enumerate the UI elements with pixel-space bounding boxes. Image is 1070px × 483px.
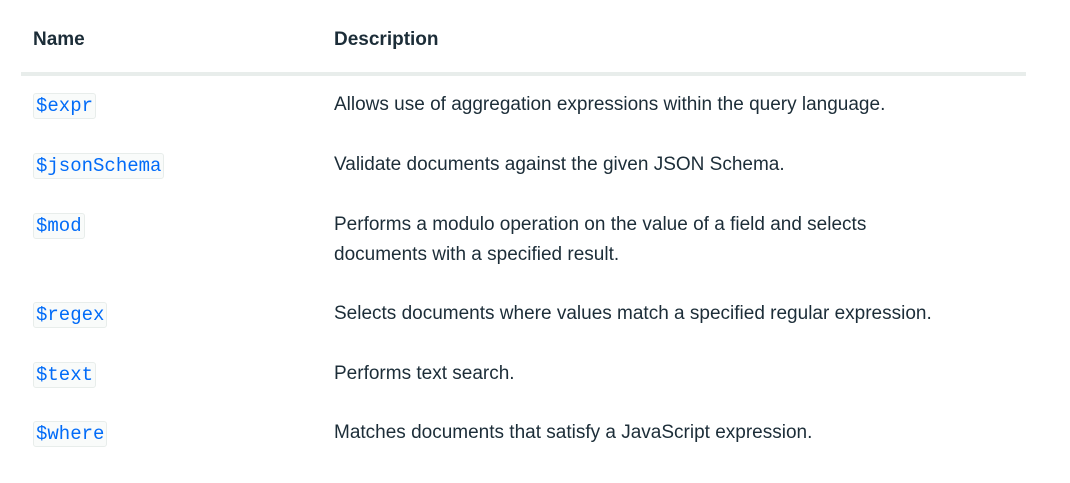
operator-link-mod[interactable]: $mod [33, 213, 85, 239]
table-row: $regex Selects documents where values ma… [21, 299, 1026, 329]
operator-link-text[interactable]: $text [33, 362, 97, 388]
row-description: Performs a modulo operation on the value… [334, 214, 867, 265]
table-row: $jsonSchema Validate documents against t… [21, 150, 1026, 180]
row-description: Validate documents against the given JSO… [334, 154, 785, 175]
table-row: $expr Allows use of aggregation expressi… [21, 90, 1026, 120]
row-description: Selects documents where values match a s… [334, 303, 932, 324]
header-name: Name [33, 29, 85, 50]
operator-link-where[interactable]: $where [33, 421, 108, 447]
row-description: Performs text search. [334, 363, 515, 384]
table-header: Name Description [21, 0, 1026, 76]
row-description: Allows use of aggregation expressions wi… [334, 94, 886, 115]
operators-table: Name Description $expr Allows use of agg… [21, 0, 1026, 447]
operator-link-expr[interactable]: $expr [33, 93, 97, 119]
row-description: Matches documents that satisfy a JavaScr… [334, 422, 813, 443]
table-row: $where Matches documents that satisfy a … [21, 418, 1026, 448]
table-row: $mod Performs a modulo operation on the … [21, 210, 1026, 270]
header-description: Description [334, 29, 439, 50]
operator-link-jsonschema[interactable]: $jsonSchema [33, 153, 165, 179]
table-row: $text Performs text search. [21, 359, 1026, 389]
operator-link-regex[interactable]: $regex [33, 302, 108, 328]
